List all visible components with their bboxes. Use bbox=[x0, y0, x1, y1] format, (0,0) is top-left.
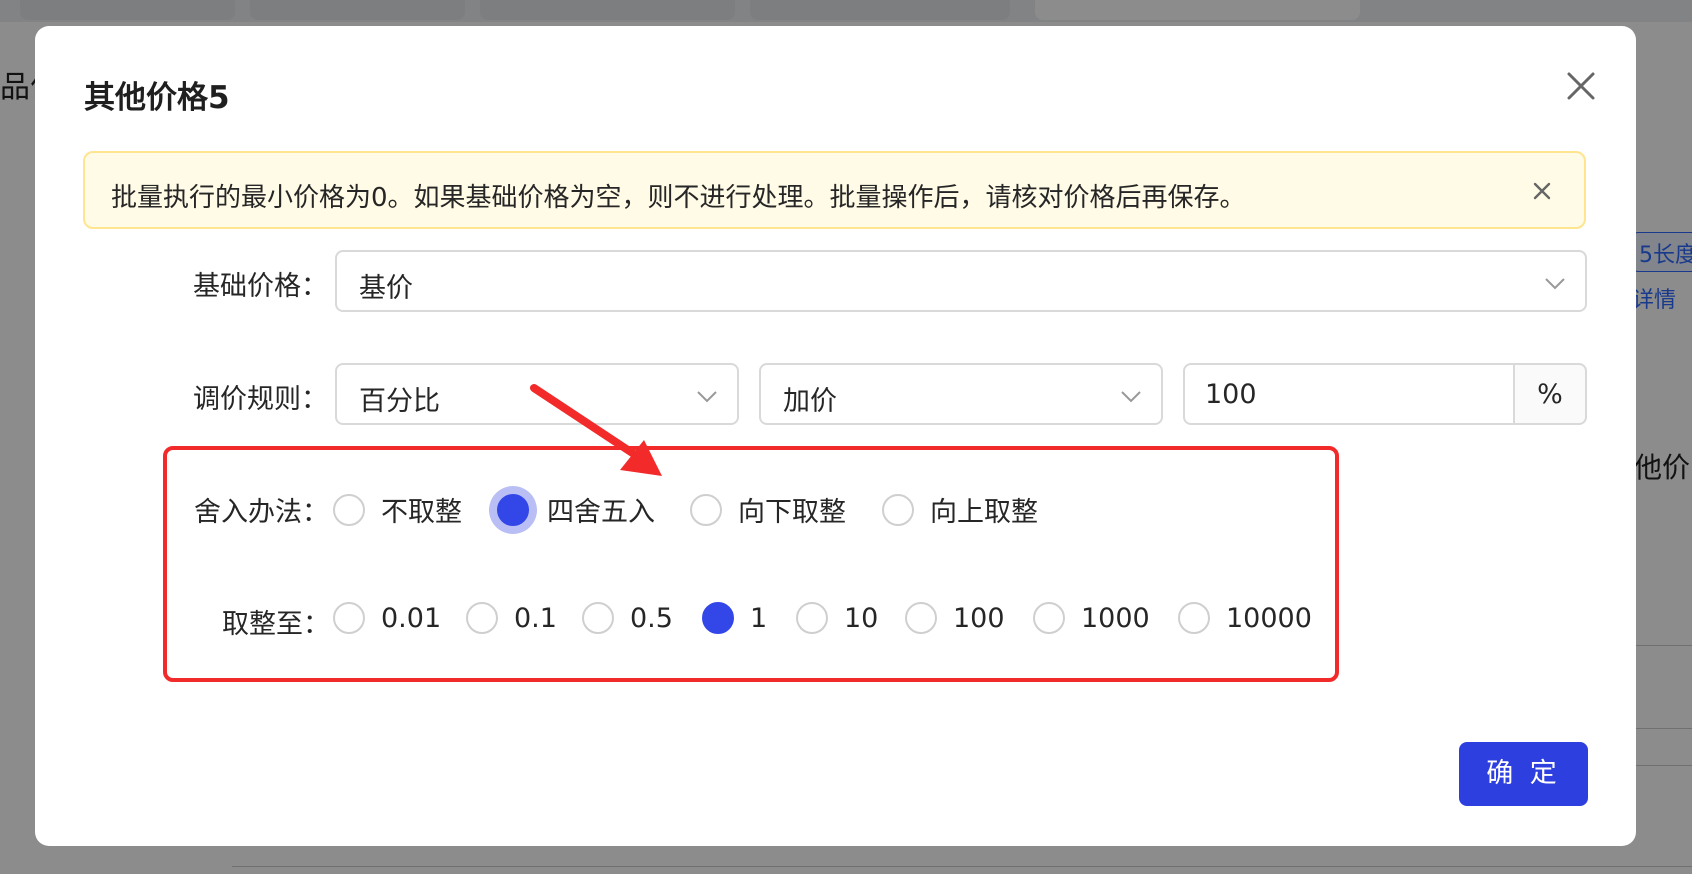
annotation-highlight-box bbox=[163, 446, 1339, 682]
adjust-direction-select[interactable]: 加价 bbox=[759, 363, 1163, 425]
chevron-down-icon bbox=[697, 391, 717, 403]
chevron-down-icon bbox=[1545, 278, 1565, 290]
adjust-amount-input[interactable]: 100 bbox=[1183, 363, 1515, 425]
percent-unit: % bbox=[1537, 379, 1563, 410]
close-icon[interactable] bbox=[1561, 66, 1601, 106]
alert-close-icon[interactable] bbox=[1527, 176, 1557, 206]
adjust-mode-value: 百分比 bbox=[359, 386, 440, 417]
batch-price-modal: 其他价格5 批量执行的最小价格为0。如果基础价格为空，则不进行处理。批量操作后，… bbox=[35, 26, 1636, 846]
base-price-value: 基价 bbox=[359, 273, 413, 304]
chevron-down-icon bbox=[1121, 391, 1141, 403]
adjust-mode-select[interactable]: 百分比 bbox=[335, 363, 739, 425]
adjust-direction-value: 加价 bbox=[783, 386, 837, 417]
adjust-rule-label: 调价规则： bbox=[193, 384, 328, 415]
percent-addon: % bbox=[1513, 363, 1587, 425]
modal-title: 其他价格5 bbox=[84, 80, 230, 116]
warning-alert: 批量执行的最小价格为0。如果基础价格为空，则不进行处理。批量操作后，请核对价格后… bbox=[83, 151, 1586, 229]
alert-message: 批量执行的最小价格为0。如果基础价格为空，则不进行处理。批量操作后，请核对价格后… bbox=[111, 183, 1246, 213]
base-price-label: 基础价格： bbox=[193, 271, 328, 302]
adjust-amount-value: 100 bbox=[1205, 379, 1257, 410]
confirm-button[interactable]: 确 定 bbox=[1459, 742, 1588, 806]
base-price-select[interactable]: 基价 bbox=[335, 250, 1587, 312]
